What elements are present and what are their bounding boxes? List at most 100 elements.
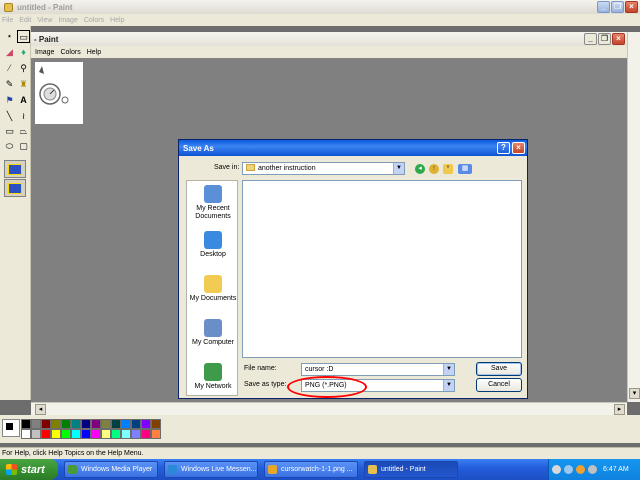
color-swatch[interactable] [31, 419, 41, 429]
color-swatch[interactable] [61, 419, 71, 429]
color-swatch[interactable] [51, 429, 61, 439]
menu-image[interactable]: Image [58, 17, 77, 24]
color-swatch[interactable] [111, 419, 121, 429]
back-icon[interactable]: ◂ [415, 164, 425, 174]
window-title-bar[interactable]: untitled - Paint _ ❐ × [0, 0, 640, 14]
color-swatch[interactable] [121, 419, 131, 429]
cancel-button[interactable]: Cancel [476, 378, 522, 392]
color-swatch[interactable] [81, 429, 91, 439]
color-swatch[interactable] [21, 429, 31, 439]
scroll-left-icon[interactable]: ◂ [35, 404, 46, 415]
chevron-down-icon[interactable]: ▼ [443, 380, 454, 391]
child-close-button[interactable]: × [612, 33, 625, 45]
color-swatch[interactable] [101, 419, 111, 429]
place-desktop[interactable]: Desktop [187, 231, 239, 259]
color-swatch[interactable] [71, 429, 81, 439]
tray-icon-security[interactable] [576, 465, 585, 474]
menu-file[interactable]: File [2, 17, 13, 24]
child-menu-colors[interactable]: Colors [60, 49, 80, 56]
tool-option-transparent[interactable] [4, 179, 26, 197]
brush-icon[interactable]: ♜ [17, 78, 30, 91]
scroll-down-icon[interactable]: ▾ [629, 388, 640, 399]
minimize-button[interactable]: _ [597, 1, 610, 13]
chevron-down-icon[interactable]: ▼ [443, 364, 454, 375]
child-menu-image[interactable]: Image [35, 49, 54, 56]
restore-button[interactable]: ❐ [611, 1, 624, 13]
color-swatch[interactable] [151, 429, 161, 439]
dialog-close-button[interactable]: × [512, 142, 525, 154]
color-swatch[interactable] [91, 419, 101, 429]
menu-edit[interactable]: Edit [19, 17, 31, 24]
ellipse-icon[interactable]: ⬭ [3, 140, 16, 153]
menu-view[interactable]: View [37, 17, 52, 24]
place-recent[interactable]: My Recent Documents [187, 185, 239, 221]
color-swatch[interactable] [81, 419, 91, 429]
horizontal-scrollbar[interactable]: ◂ ▸ [31, 402, 627, 415]
pick-color-icon[interactable]: ⁄ [3, 62, 16, 75]
color-swatch[interactable] [61, 429, 71, 439]
vertical-scrollbar[interactable]: ▾ [627, 32, 640, 402]
file-list[interactable] [242, 180, 522, 358]
text-icon[interactable]: A [17, 94, 30, 107]
child-restore-button[interactable]: ❐ [598, 33, 611, 45]
color-swatch[interactable] [151, 419, 161, 429]
color-swatch[interactable] [41, 419, 51, 429]
color-swatch[interactable] [101, 429, 111, 439]
color-swatch[interactable] [121, 429, 131, 439]
task-media-player[interactable]: Windows Media Player [64, 461, 158, 478]
color-swatch[interactable] [31, 429, 41, 439]
task-paint[interactable]: untitled - Paint [364, 461, 458, 478]
curve-icon[interactable]: ≀ [17, 110, 30, 123]
tray-icon-network[interactable] [552, 465, 561, 474]
task-live-messenger[interactable]: Windows Live Messen... [164, 461, 258, 478]
magnifier-icon[interactable]: ⚲ [17, 62, 30, 75]
color-swatch[interactable] [91, 429, 101, 439]
color-swatch[interactable] [141, 419, 151, 429]
current-colors[interactable] [2, 419, 20, 437]
airbrush-icon[interactable]: ⚑ [3, 94, 16, 107]
tray-icon-messenger[interactable] [564, 465, 573, 474]
color-swatch[interactable] [51, 419, 61, 429]
save-in-combo[interactable]: another instruction ▼ [242, 162, 405, 175]
free-select-icon[interactable]: ⋆ [3, 30, 16, 43]
place-my-documents[interactable]: My Documents [187, 275, 239, 303]
file-name-field[interactable]: cursor :D ▼ [301, 363, 455, 376]
line-icon[interactable]: ╲ [3, 110, 16, 123]
color-swatch[interactable] [141, 429, 151, 439]
drawing-canvas[interactable] [35, 62, 83, 124]
pencil-icon[interactable]: ✎ [3, 78, 16, 91]
rounded-rect-icon[interactable]: ▢ [17, 140, 30, 153]
color-swatch[interactable] [21, 419, 31, 429]
tray-icon-volume[interactable] [588, 465, 597, 474]
up-folder-icon[interactable]: ↑ [429, 164, 439, 174]
child-title-bar[interactable]: - Paint _ ❐ × [31, 32, 627, 46]
close-button[interactable]: × [625, 1, 638, 13]
color-swatch[interactable] [131, 429, 141, 439]
fill-icon[interactable]: ♦ [17, 46, 30, 59]
dialog-title-bar[interactable]: Save As ? × [179, 140, 527, 156]
eraser-icon[interactable]: ◢ [3, 46, 16, 59]
polygon-icon[interactable]: ⏢ [17, 125, 30, 138]
start-button[interactable]: start [0, 459, 58, 480]
place-my-network[interactable]: My Network [187, 363, 239, 391]
task-cursorwatch[interactable]: cursorwatch-1-1.png ... [264, 461, 358, 478]
child-menu-help[interactable]: Help [87, 49, 101, 56]
child-minimize-button[interactable]: _ [584, 33, 597, 45]
color-swatch[interactable] [71, 419, 81, 429]
place-my-computer[interactable]: My Computer [187, 319, 239, 347]
menu-colors[interactable]: Colors [84, 17, 104, 24]
color-swatches [21, 419, 161, 439]
color-swatch[interactable] [111, 429, 121, 439]
color-swatch[interactable] [131, 419, 141, 429]
new-folder-icon[interactable]: * [443, 164, 453, 174]
rectangle-icon[interactable]: ▭ [3, 125, 16, 138]
rect-select-icon[interactable]: ▭ [17, 30, 30, 43]
help-button[interactable]: ? [497, 142, 510, 154]
tool-option-opaque[interactable] [4, 160, 26, 178]
views-menu-icon[interactable]: ▦ [458, 164, 472, 174]
save-button[interactable]: Save [476, 362, 522, 376]
menu-help[interactable]: Help [110, 17, 124, 24]
scroll-right-icon[interactable]: ▸ [614, 404, 625, 415]
color-swatch[interactable] [41, 429, 51, 439]
chevron-down-icon[interactable]: ▼ [393, 163, 404, 174]
